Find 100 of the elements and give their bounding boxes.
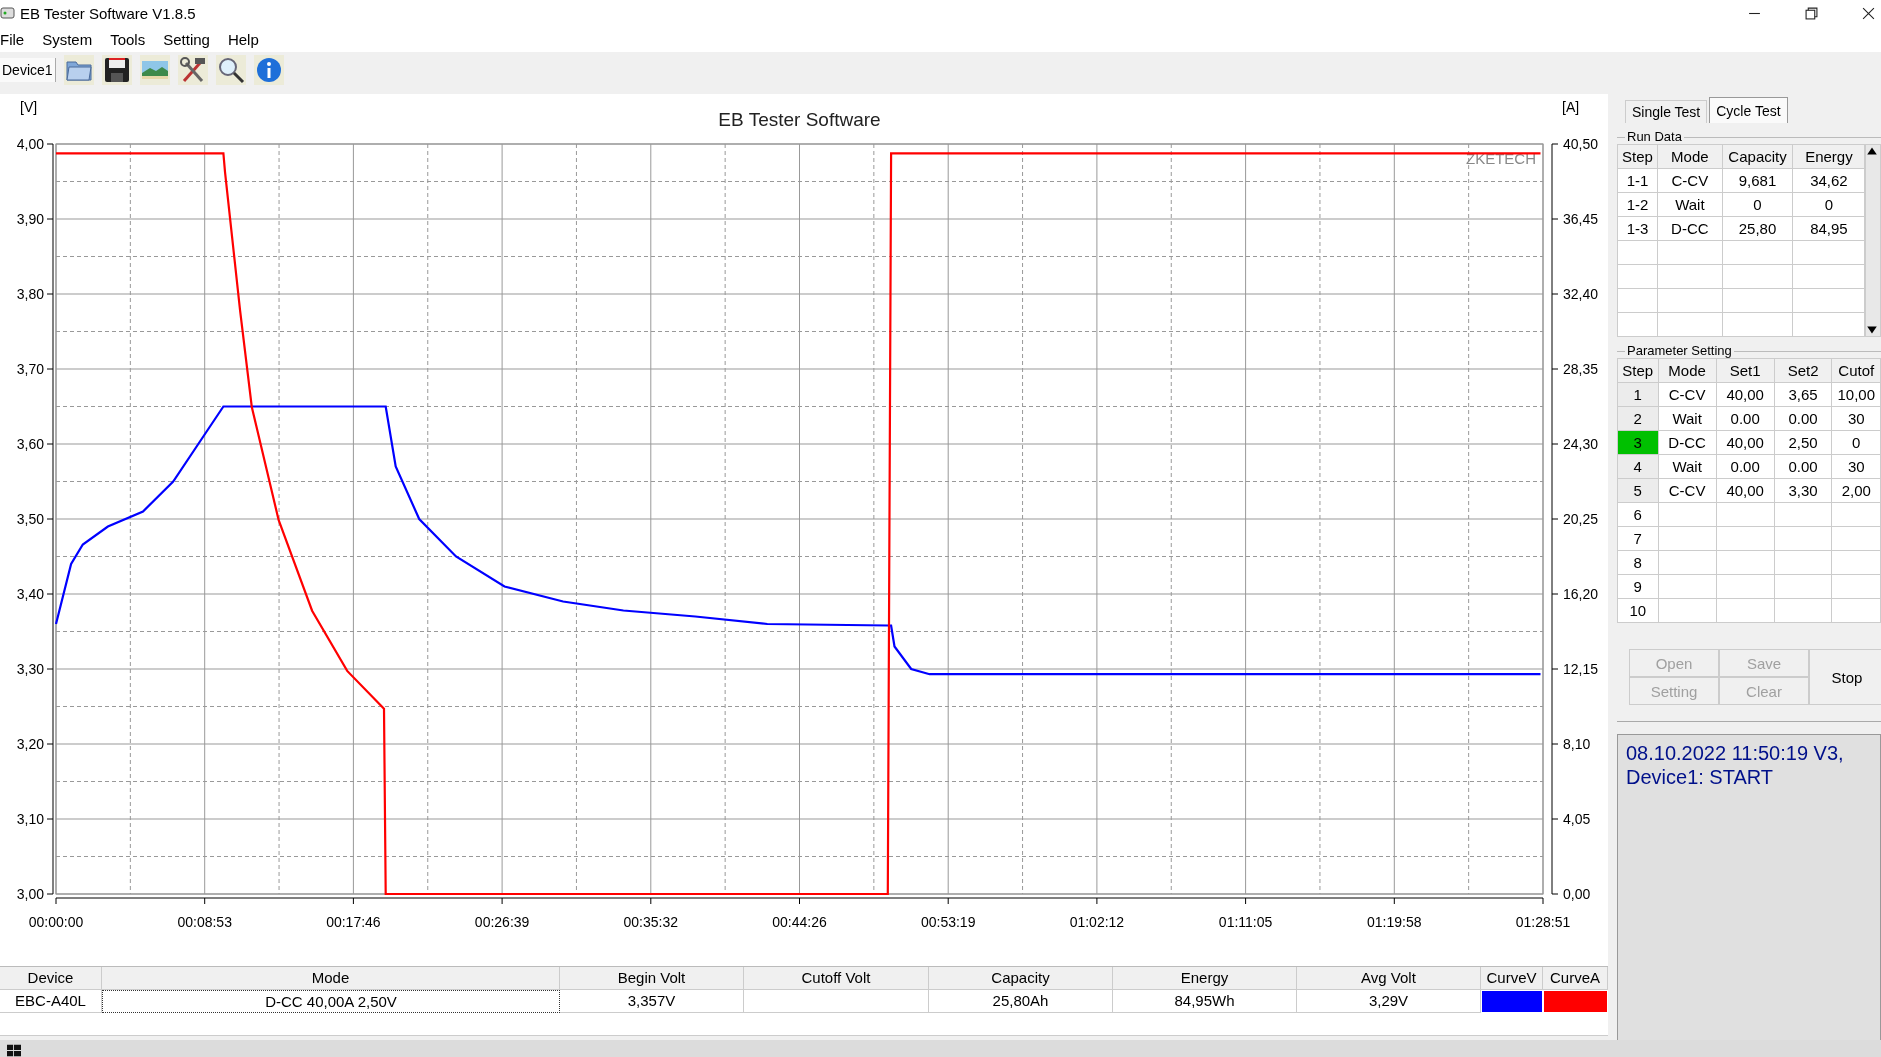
table-cell: 25,80 — [1722, 216, 1793, 241]
table-cell: 34,62 — [1792, 168, 1865, 193]
tick-label: 3,20 — [16, 736, 44, 752]
step-cell[interactable]: 1 — [1617, 382, 1659, 407]
restore-icon[interactable] — [1805, 6, 1818, 20]
tick-label: 00:26:39 — [474, 914, 530, 930]
scrollbar[interactable] — [1865, 144, 1881, 337]
table-cell: 2,00 — [1831, 478, 1881, 503]
tick-label: 00:44:26 — [772, 914, 827, 930]
tools-icon[interactable] — [177, 55, 208, 85]
table-cell: 30 — [1831, 406, 1881, 431]
scroll-up-icon[interactable] — [1866, 145, 1879, 157]
tick-label: 00:53:19 — [920, 914, 976, 930]
table-cell: D-CC — [1658, 430, 1717, 455]
windows-logo-icon[interactable] — [6, 1043, 22, 1057]
menu-item[interactable]: Tools — [110, 30, 146, 48]
tick-label: 0,00 — [1563, 886, 1591, 902]
mode-field: D-CC 40,00A 2,50V — [102, 990, 560, 1013]
tick-label: 3,30 — [16, 661, 44, 677]
folder-icon[interactable] — [63, 55, 94, 85]
close-icon[interactable] — [1862, 6, 1875, 20]
column-header: CurveV — [1481, 967, 1543, 990]
table-cell: 40,00 — [1716, 478, 1775, 503]
column-header: Energy — [1113, 967, 1297, 990]
tick-label: 00:00:00 — [28, 914, 84, 930]
step-cell[interactable]: 7 — [1617, 526, 1659, 551]
action-button[interactable]: Stop — [1809, 649, 1881, 705]
tick-label: 3,40 — [16, 586, 44, 602]
column-header: Capacity — [1722, 144, 1793, 169]
table-cell: 0.00 — [1716, 406, 1775, 431]
table-cell: 84,95 — [1792, 216, 1865, 241]
floppy-disk-icon[interactable] — [101, 55, 132, 85]
tick-label: 01:11:05 — [1218, 914, 1273, 930]
tick-label: 28,35 — [1563, 361, 1599, 377]
tick-label: 16,20 — [1563, 586, 1599, 602]
tick-label: 4,00 — [16, 136, 44, 152]
tick-label: 4,05 — [1563, 811, 1591, 827]
tick-label: 00:17:46 — [326, 914, 381, 930]
table-cell: 3,29V — [1297, 990, 1481, 1013]
axis-unit-label: [A] — [1562, 99, 1580, 115]
column-header: Step — [1617, 144, 1658, 169]
tick-label: 36,45 — [1563, 211, 1599, 227]
tick-label: 32,40 — [1563, 286, 1599, 302]
column-header: Mode — [1658, 358, 1717, 383]
step-cell[interactable]: 9 — [1617, 574, 1659, 599]
tick-label: 01:19:58 — [1367, 914, 1422, 930]
device-tab[interactable]: Device1 — [0, 58, 56, 82]
tab[interactable]: Cycle Test — [1709, 97, 1788, 123]
table-cell: Wait — [1657, 192, 1723, 217]
table-cell: 3,357V — [560, 990, 744, 1013]
window-title: EB Tester Software V1.8.5 — [20, 4, 196, 22]
tab[interactable]: Single Test — [1625, 100, 1708, 123]
group-title: Run Data — [1625, 129, 1684, 144]
log-line: Device1: START — [1626, 765, 1775, 789]
tick-label: 00:08:53 — [177, 914, 232, 930]
table-cell: 3,65 — [1774, 382, 1832, 407]
chart-watermark-label: ZKETECH — [1466, 150, 1536, 167]
step-cell[interactable]: 2 — [1617, 406, 1659, 431]
tick-label: 8,10 — [1563, 736, 1591, 752]
app-icon — [0, 5, 16, 21]
table-cell: 1-3 — [1617, 216, 1658, 241]
landscape-image-icon[interactable] — [139, 55, 170, 85]
log-line: 08.10.2022 11:50:19 V3, — [1626, 741, 1845, 765]
table-cell: C-CV — [1658, 478, 1717, 503]
tick-label: 3,00 — [16, 886, 44, 902]
group-title: Parameter Setting — [1625, 343, 1734, 358]
column-header: CurveA — [1543, 967, 1608, 990]
tick-label: 3,80 — [16, 286, 44, 302]
table-cell: D-CC — [1657, 216, 1723, 241]
column-header: Set1 — [1716, 358, 1775, 383]
menu-item[interactable]: Help — [227, 30, 259, 48]
step-cell[interactable]: 4 — [1617, 454, 1659, 479]
column-header: Cutoff Volt — [744, 967, 929, 990]
search-icon[interactable] — [215, 55, 246, 85]
table-cell: EBC-A40L — [0, 990, 102, 1013]
menu-item[interactable]: File — [0, 30, 25, 48]
tick-label: 40,50 — [1563, 136, 1599, 152]
step-cell[interactable]: 6 — [1617, 502, 1659, 527]
column-header: Set2 — [1774, 358, 1832, 383]
column-header: Mode — [1657, 144, 1723, 169]
tick-label: 20,25 — [1563, 511, 1599, 527]
step-cell[interactable]: 3 — [1617, 430, 1659, 455]
menu-item[interactable]: System — [42, 30, 93, 48]
step-cell[interactable]: 10 — [1617, 598, 1659, 623]
scroll-down-icon[interactable] — [1866, 324, 1879, 336]
table-cell: 0.00 — [1716, 454, 1775, 479]
step-cell[interactable]: 5 — [1617, 478, 1659, 503]
step-cell[interactable]: 8 — [1617, 550, 1659, 575]
menu-item[interactable]: Setting — [163, 30, 210, 48]
table-cell: Wait — [1658, 406, 1717, 431]
tick-label: 3,50 — [16, 511, 44, 527]
table-cell: 10,00 — [1831, 382, 1881, 407]
table-cell: 40,00 — [1716, 382, 1775, 407]
tick-label: 01:02:12 — [1069, 914, 1125, 930]
table-cell: 1-2 — [1617, 192, 1658, 217]
column-header: Mode — [102, 967, 560, 990]
table-cell: 30 — [1831, 454, 1881, 479]
table-cell: 40,00 — [1716, 430, 1775, 455]
info-icon[interactable] — [253, 55, 284, 85]
table-cell: 84,95Wh — [1113, 990, 1297, 1013]
